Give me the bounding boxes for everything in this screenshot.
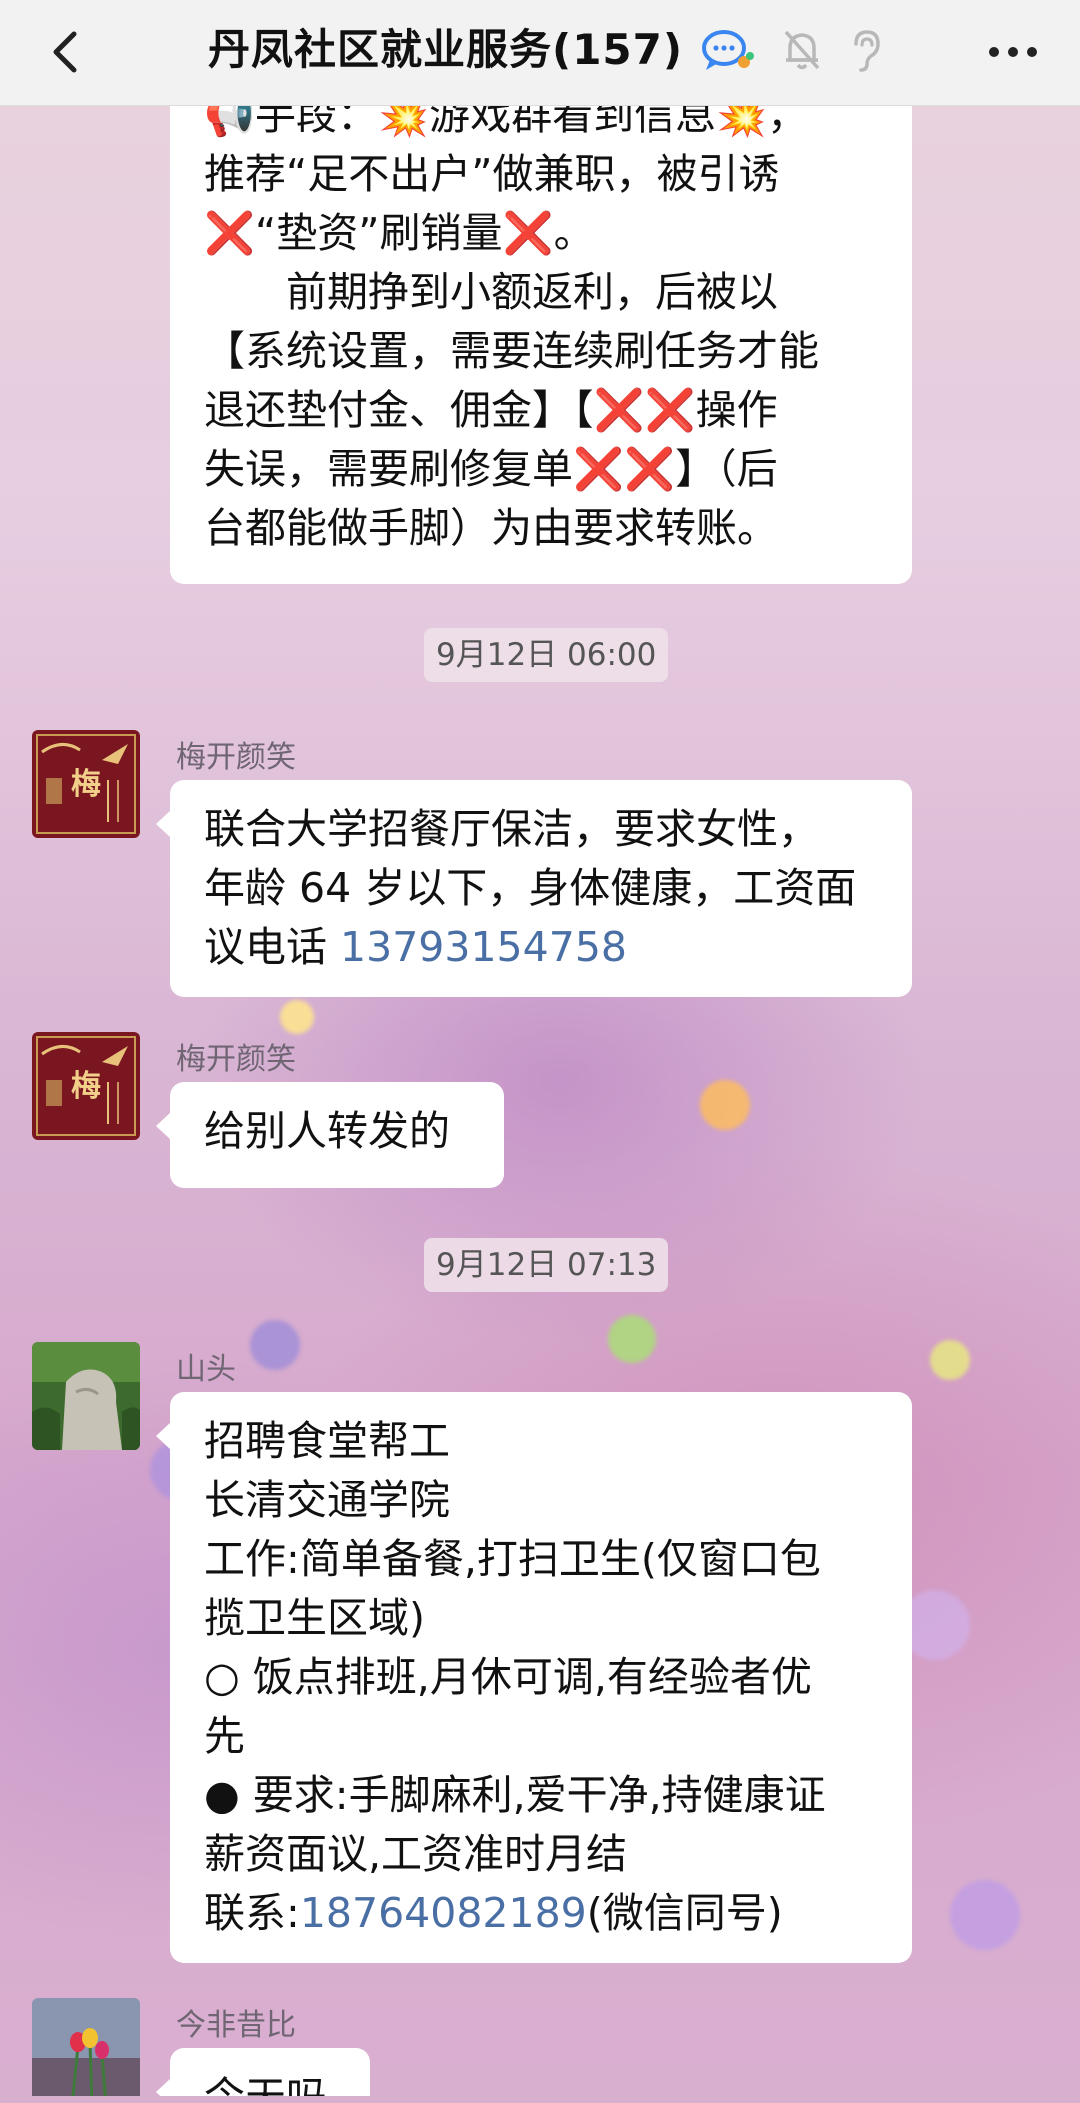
bubble-tail xyxy=(156,810,171,838)
bubble-tail xyxy=(156,1422,171,1450)
message-line: 📢手段：💥游戏群看到信息💥， xyxy=(204,106,809,139)
message-bubble[interactable]: 给别人转发的 xyxy=(156,1082,504,1188)
message-text: 联系: xyxy=(204,1889,300,1937)
message-line: 长清交通学院 xyxy=(204,1476,450,1524)
ear-icon xyxy=(854,30,880,72)
message-line: 议电话 13793154758 xyxy=(204,918,878,977)
message-line: 先 xyxy=(204,1712,245,1760)
message-line: 招聘食堂帮工 xyxy=(204,1417,450,1465)
avatar[interactable]: 梅 xyxy=(32,730,140,838)
timestamp: 9月12日 07:13 xyxy=(424,1238,669,1292)
message-line: ❌“垫资”刷销量❌。 xyxy=(204,209,595,257)
message-text: 议电话 xyxy=(204,923,341,971)
message-line: 推荐“足不出户”做兼职，被引诱 xyxy=(204,150,780,198)
message-line: ● 要求:手脚麻利,爱干净,持健康证 xyxy=(204,1771,826,1819)
sender-name: 山头 xyxy=(176,1352,236,1387)
bubble-tail xyxy=(156,1112,171,1140)
message-line: 【系统设置，需要连续刷任务才能 xyxy=(204,327,819,375)
message-line: 今天吗 xyxy=(204,2068,336,2096)
message-bubble[interactable]: 今天吗 xyxy=(156,2048,370,2096)
title-status-icons xyxy=(700,20,884,80)
chat-bubble-icon xyxy=(702,30,754,70)
message-text: (微信同号) xyxy=(586,1889,783,1937)
mute-bell-icon xyxy=(784,30,820,70)
message-line: 联系:18764082189(微信同号) xyxy=(204,1884,878,1943)
message-line: 给别人转发的 xyxy=(204,1107,450,1155)
message-line: 年龄 64 岁以下，身体健康，工资面 xyxy=(204,864,857,912)
phone-link[interactable]: 18764082189 xyxy=(300,1889,587,1937)
svg-text:梅: 梅 xyxy=(71,767,101,802)
message-line: 失误，需要刷修复单❌❌】（后 xyxy=(204,445,778,493)
svg-text:梅: 梅 xyxy=(71,1069,101,1104)
message-list[interactable]: 📢手段：💥游戏群看到信息💥， 推荐“足不出户”做兼职，被引诱 ❌“垫资”刷销量❌… xyxy=(0,106,1080,2096)
more-button[interactable] xyxy=(978,22,1048,82)
avatar[interactable] xyxy=(32,1342,140,1450)
message-line: 薪资面议,工资准时月结 xyxy=(204,1830,628,1878)
mei-avatar: 梅 xyxy=(32,730,140,838)
bubble-tail xyxy=(156,2078,171,2096)
message-bubble[interactable]: 联合大学招餐厅保洁，要求女性， 年龄 64 岁以下，身体健康，工资面 议电话 1… xyxy=(156,780,912,997)
message-line: 揽卫生区域) xyxy=(204,1594,425,1642)
back-icon xyxy=(53,31,77,73)
chat-header: 丹凤社区就业服务(157) xyxy=(0,0,1080,106)
back-button[interactable] xyxy=(36,22,96,82)
message-line: 工作:简单备餐,打扫卫生(仅窗口包 xyxy=(204,1535,821,1583)
message-line: 台都能做手脚）为由要求转账。 xyxy=(204,504,778,552)
avatar[interactable]: 梅 xyxy=(32,1032,140,1140)
message-line: ○ 饭点排班,月休可调,有经验者优 xyxy=(204,1653,812,1701)
sender-name: 今非昔比 xyxy=(176,2008,296,2043)
chat-title: 丹凤社区就业服务(157) xyxy=(208,25,684,74)
more-icon xyxy=(989,47,1037,57)
sender-name: 梅开颜笑 xyxy=(176,740,296,775)
message-line: 前期挣到小额返利，后被以 xyxy=(204,268,778,316)
timestamp: 9月12日 06:00 xyxy=(424,628,669,682)
message-bubble[interactable]: 📢手段：💥游戏群看到信息💥， 推荐“足不出户”做兼职，被引诱 ❌“垫资”刷销量❌… xyxy=(170,106,912,584)
message-bubble[interactable]: 招聘食堂帮工 长清交通学院 工作:简单备餐,打扫卫生(仅窗口包 揽卫生区域) ○… xyxy=(156,1392,912,1963)
rock-avatar xyxy=(32,1342,140,1450)
mei-avatar: 梅 xyxy=(32,1032,140,1140)
flower-avatar xyxy=(32,1998,140,2096)
avatar[interactable] xyxy=(32,1998,140,2096)
sender-name: 梅开颜笑 xyxy=(176,1042,296,1077)
message-line: 退还垫付金、佣金】【❌❌操作 xyxy=(204,386,778,434)
phone-link[interactable]: 13793154758 xyxy=(340,923,627,971)
message-line: 联合大学招餐厅保洁，要求女性， xyxy=(204,805,819,853)
